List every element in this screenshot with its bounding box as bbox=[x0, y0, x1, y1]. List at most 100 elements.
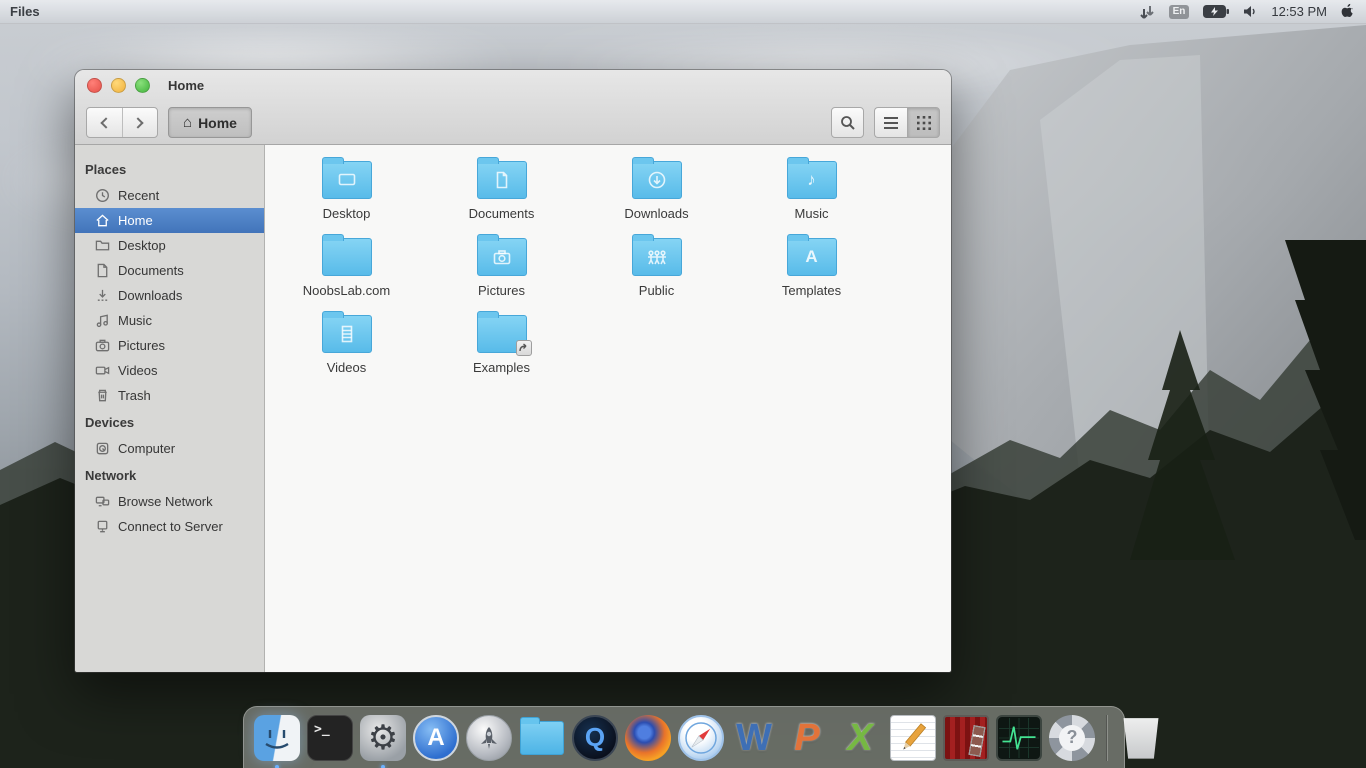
nav-buttons bbox=[86, 107, 158, 138]
sidebar-item-trash[interactable]: Trash bbox=[75, 383, 264, 408]
forward-button[interactable] bbox=[123, 108, 158, 137]
sidebar-item-label: Home bbox=[118, 213, 153, 228]
system-preferences-icon[interactable]: ⚙ bbox=[360, 715, 406, 761]
file-videos[interactable]: Videos bbox=[269, 307, 424, 384]
sidebar-item-label: Videos bbox=[118, 363, 158, 378]
sidebar-item-videos[interactable]: Videos bbox=[75, 358, 264, 383]
file-music[interactable]: ♪ Music bbox=[734, 153, 889, 230]
help-icon[interactable]: ? bbox=[1049, 715, 1095, 761]
sidebar-item-downloads[interactable]: Downloads bbox=[75, 283, 264, 308]
file-public[interactable]: Public bbox=[579, 230, 734, 307]
network-arrows-icon[interactable] bbox=[1139, 5, 1155, 19]
sidebar-item-label: Trash bbox=[118, 388, 151, 403]
help-glyph: ? bbox=[1059, 725, 1085, 751]
file-pictures[interactable]: Pictures bbox=[424, 230, 579, 307]
breadcrumb-home-button[interactable]: ⌂ Home bbox=[168, 107, 252, 138]
keyboard-layout-indicator[interactable]: En bbox=[1169, 5, 1190, 19]
grid-view-icon bbox=[917, 116, 931, 130]
list-view-icon bbox=[884, 117, 898, 129]
shortcut-badge-icon bbox=[516, 340, 532, 356]
file-label: Downloads bbox=[624, 206, 688, 221]
terminal-icon[interactable]: >_ bbox=[307, 715, 353, 761]
sidebar-item-connect-to-server[interactable]: Connect to Server bbox=[75, 514, 264, 539]
app-store-icon[interactable]: A bbox=[413, 715, 459, 761]
compass-needle-icon bbox=[684, 721, 718, 755]
file-examples[interactable]: Examples bbox=[424, 307, 579, 384]
sidebar-item-computer[interactable]: Computer bbox=[75, 436, 264, 461]
sidebar-item-home[interactable]: Home bbox=[75, 208, 264, 233]
clock[interactable]: 12:53 PM bbox=[1271, 4, 1327, 19]
search-button[interactable] bbox=[831, 107, 864, 138]
sidebar-item-label: Computer bbox=[118, 441, 175, 456]
file-documents[interactable]: Documents bbox=[424, 153, 579, 230]
word-glyph: W bbox=[736, 719, 772, 757]
sidebar-item-pictures[interactable]: Pictures bbox=[75, 333, 264, 358]
maximize-button[interactable] bbox=[135, 78, 150, 93]
powerpoint-icon[interactable]: P bbox=[784, 715, 830, 761]
dock-folder-icon[interactable] bbox=[519, 715, 565, 761]
back-button[interactable] bbox=[87, 108, 123, 137]
folder-icon bbox=[477, 238, 527, 276]
dock: >_ ⚙ A Q W P bbox=[243, 706, 1125, 768]
volume-icon[interactable] bbox=[1243, 5, 1257, 18]
folder-icon bbox=[322, 238, 372, 276]
file-desktop[interactable]: Desktop bbox=[269, 153, 424, 230]
close-button[interactable] bbox=[87, 78, 102, 93]
folder-icon bbox=[322, 315, 372, 353]
titlebar[interactable]: Home bbox=[75, 70, 951, 101]
launchpad-icon[interactable] bbox=[466, 715, 512, 761]
sidebar-item-browse-network[interactable]: Browse Network bbox=[75, 489, 264, 514]
file-view[interactable]: Desktop Documents Downloads ♪ bbox=[265, 145, 951, 672]
folder-icon bbox=[632, 161, 682, 199]
sidebar-item-recent[interactable]: Recent bbox=[75, 183, 264, 208]
list-view-button[interactable] bbox=[874, 107, 907, 138]
quicktime-glyph: Q bbox=[585, 722, 605, 753]
camera-icon bbox=[94, 338, 110, 354]
toolbar: ⌂ Home bbox=[75, 101, 951, 144]
search-icon bbox=[840, 115, 856, 131]
app-store-glyph: A bbox=[427, 724, 444, 752]
running-indicator bbox=[275, 765, 279, 768]
sidebar-item-documents[interactable]: Documents bbox=[75, 258, 264, 283]
sidebar-header-network: Network bbox=[75, 461, 264, 489]
display-emblem-icon bbox=[323, 162, 371, 198]
excel-icon[interactable]: X bbox=[837, 715, 883, 761]
file-noobslab[interactable]: NoobsLab.com bbox=[269, 230, 424, 307]
network-icon bbox=[94, 494, 110, 510]
sidebar-item-music[interactable]: Music bbox=[75, 308, 264, 333]
firefox-icon[interactable] bbox=[625, 715, 671, 761]
word-icon[interactable]: W bbox=[731, 715, 777, 761]
finder-icon[interactable] bbox=[254, 715, 300, 761]
folder-icon bbox=[322, 161, 372, 199]
apple-menu-icon[interactable] bbox=[1341, 3, 1356, 20]
camera-emblem-icon bbox=[478, 239, 526, 275]
sidebar: Places Recent Home Desktop Documents Dow… bbox=[75, 145, 265, 672]
file-templates[interactable]: A Templates bbox=[734, 230, 889, 307]
menubar-app-name[interactable]: Files bbox=[10, 4, 40, 19]
folder-icon: ♪ bbox=[787, 161, 837, 199]
sidebar-item-label: Documents bbox=[118, 263, 184, 278]
textedit-icon[interactable] bbox=[890, 715, 936, 761]
safari-icon[interactable] bbox=[678, 715, 724, 761]
rocket-icon bbox=[476, 725, 502, 751]
file-label: Examples bbox=[473, 360, 530, 375]
activity-monitor-icon[interactable] bbox=[996, 715, 1042, 761]
running-indicator bbox=[381, 765, 385, 768]
clock-icon bbox=[94, 188, 110, 204]
window-controls bbox=[87, 78, 150, 93]
sidebar-item-desktop[interactable]: Desktop bbox=[75, 233, 264, 258]
server-icon bbox=[94, 519, 110, 535]
minimize-button[interactable] bbox=[111, 78, 126, 93]
file-label: Videos bbox=[327, 360, 367, 375]
file-downloads[interactable]: Downloads bbox=[579, 153, 734, 230]
window-body: Places Recent Home Desktop Documents Dow… bbox=[75, 145, 951, 672]
photo-strip bbox=[968, 725, 985, 757]
gear-glyph: ⚙ bbox=[368, 721, 398, 755]
grid-view-button[interactable] bbox=[907, 107, 940, 138]
window-title: Home bbox=[168, 78, 204, 93]
dock-separator bbox=[1106, 715, 1107, 761]
file-label: Desktop bbox=[323, 206, 371, 221]
quicktime-icon[interactable]: Q bbox=[572, 715, 618, 761]
photo-booth-icon[interactable] bbox=[943, 715, 989, 761]
battery-icon[interactable] bbox=[1203, 5, 1229, 18]
